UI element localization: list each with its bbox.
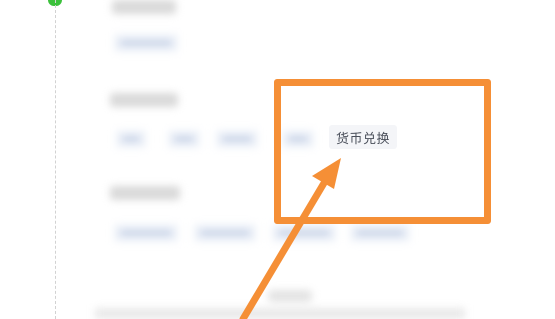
orange-highlight-box	[274, 79, 491, 224]
menu-chip[interactable]	[168, 130, 200, 148]
menu-chip[interactable]	[114, 34, 178, 52]
footer-bar	[95, 308, 465, 319]
screenshot-stage: 货币兑换	[0, 0, 555, 319]
menu-chip[interactable]	[114, 224, 178, 242]
section-title-2	[110, 93, 178, 107]
section-title-1	[112, 0, 176, 14]
menu-chip[interactable]	[350, 224, 410, 242]
footer-text	[268, 290, 312, 302]
menu-chip[interactable]	[272, 224, 336, 242]
menu-chip[interactable]	[216, 130, 258, 148]
section-title-3	[110, 186, 180, 200]
menu-chip[interactable]	[116, 130, 146, 148]
menu-chip[interactable]	[194, 224, 256, 242]
